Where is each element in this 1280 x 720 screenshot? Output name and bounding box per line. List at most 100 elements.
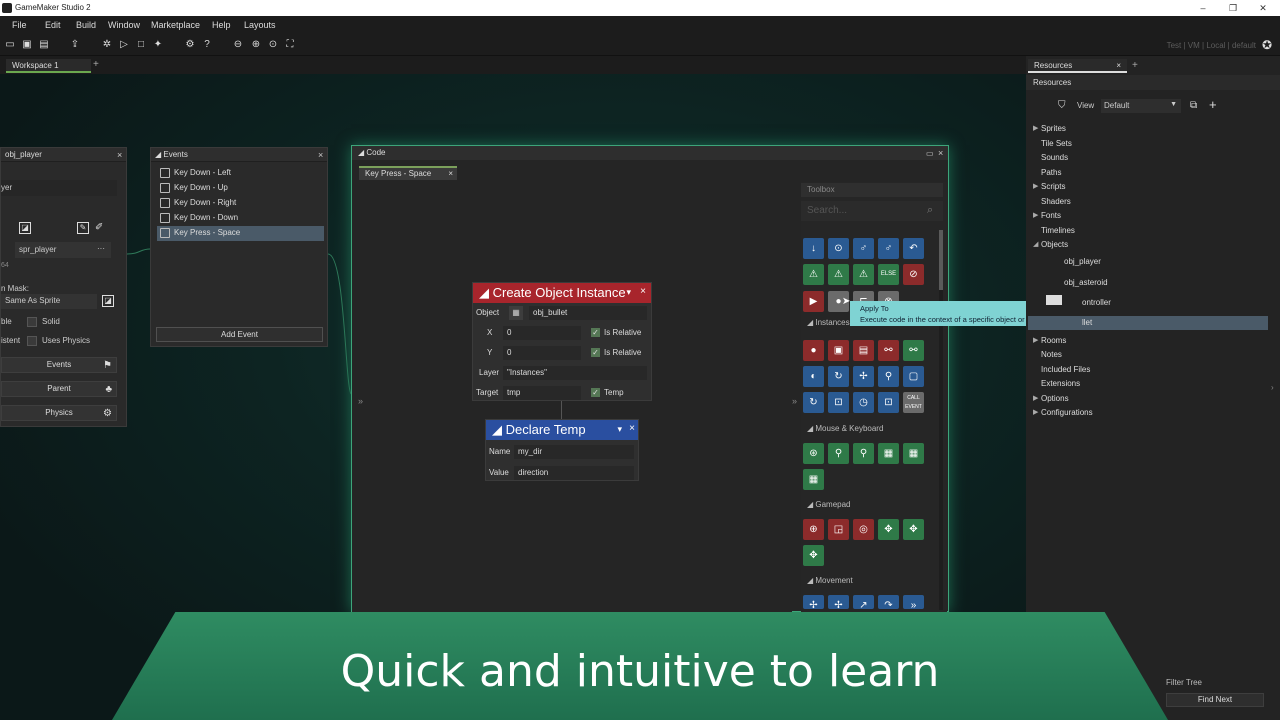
- toolbox-scrollbar[interactable]: [939, 230, 943, 610]
- switch-icon[interactable]: ⊘: [903, 264, 924, 285]
- tab-key-press-space[interactable]: Key Press - Space ×: [359, 166, 457, 180]
- debug-icon[interactable]: ✲: [101, 39, 113, 51]
- close-icon[interactable]: ✕: [1252, 1, 1274, 15]
- value-field[interactable]: direction: [514, 466, 634, 480]
- tree-item-obj-bullet[interactable]: llet: [1028, 316, 1268, 330]
- instance-count-icon[interactable]: ◐: [803, 366, 824, 387]
- else-icon[interactable]: ELSE: [878, 264, 899, 285]
- dnd-canvas[interactable]: » » ◢ Create Object Instance ▾ × Object ▦ …: [352, 182, 797, 612]
- block-close-icon[interactable]: ×: [629, 423, 635, 434]
- instance-position-icon[interactable]: ↻: [828, 366, 849, 387]
- expand-icon[interactable]: ▶: [1033, 408, 1038, 416]
- dock-collapse-icon[interactable]: ›: [1271, 383, 1274, 392]
- mouse-pressed-icon[interactable]: ⊛: [803, 443, 824, 464]
- move-icon[interactable]: ✢: [803, 595, 824, 611]
- maximize-icon[interactable]: ▭: [926, 149, 934, 158]
- fit-icon[interactable]: ⛶: [284, 39, 296, 51]
- save-icon[interactable]: ▤: [38, 39, 50, 51]
- object-panel-close-icon[interactable]: ×: [117, 150, 122, 160]
- tab-resources[interactable]: Resources ×: [1028, 59, 1127, 73]
- menu-window[interactable]: Window: [108, 20, 140, 30]
- sprite-select[interactable]: spr_player ···: [15, 242, 111, 258]
- menu-file[interactable]: File: [12, 20, 27, 30]
- instance-variables-icon[interactable]: ▢: [903, 366, 924, 387]
- filter-tree-label[interactable]: Filter Tree: [1166, 678, 1202, 687]
- block-close-icon[interactable]: ×: [640, 286, 646, 297]
- target-field[interactable]: tmp: [503, 386, 581, 400]
- target-info[interactable]: Test | VM | Local | default: [1167, 41, 1256, 50]
- expand-icon[interactable]: ▶: [1033, 394, 1038, 402]
- gamepad-connected-icon[interactable]: ⊕: [803, 519, 824, 540]
- minimize-icon[interactable]: –: [1192, 1, 1214, 15]
- stop-icon[interactable]: □: [135, 39, 147, 51]
- settings-icon[interactable]: ⚙: [184, 39, 196, 51]
- more-icon[interactable]: ···: [97, 244, 105, 253]
- block-menu-icon[interactable]: ▾: [626, 287, 631, 298]
- parent-button[interactable]: Parent ♣: [1, 381, 117, 397]
- x-relative-checkbox[interactable]: ✓: [591, 328, 600, 337]
- menu-edit[interactable]: Edit: [45, 20, 61, 30]
- solid-checkbox[interactable]: [27, 317, 37, 327]
- events-button[interactable]: Events ⚑: [1, 357, 117, 373]
- mouse-down-icon[interactable]: ⚲: [828, 443, 849, 464]
- declare-var-icon[interactable]: ↓: [803, 238, 824, 259]
- temp-checkbox[interactable]: ✓: [591, 388, 600, 397]
- gamepad-button-icon[interactable]: ✥: [878, 519, 899, 540]
- expand-icon[interactable]: ▶: [1033, 124, 1038, 132]
- alarm-icon[interactable]: ◷: [853, 392, 874, 413]
- event-item-selected[interactable]: Key Press - Space: [157, 226, 324, 241]
- expand-icon[interactable]: ▶: [1033, 211, 1038, 219]
- section-instances[interactable]: ◢ Instances: [807, 318, 850, 327]
- gamepad-settings-icon[interactable]: ◲: [828, 519, 849, 540]
- key-released-icon[interactable]: ▦: [803, 469, 824, 490]
- move-towards-icon[interactable]: ✢: [828, 595, 849, 611]
- events-panel-close-icon[interactable]: ×: [318, 150, 323, 160]
- destroy-instance-icon[interactable]: ▣: [828, 340, 849, 361]
- help-icon[interactable]: ?: [201, 39, 213, 51]
- search-icon[interactable]: ⌕: [927, 204, 933, 217]
- wrap-icon[interactable]: ↻: [803, 392, 824, 413]
- y-field[interactable]: 0: [503, 346, 581, 360]
- function-call-icon[interactable]: ♂: [878, 238, 899, 259]
- add-dock-tab-icon[interactable]: +: [1132, 60, 1138, 71]
- block-menu-icon[interactable]: ▾: [617, 424, 622, 435]
- assign-var-icon[interactable]: ⊙: [828, 238, 849, 259]
- section-mouse-keyboard[interactable]: ◢ Mouse & Keyboard: [807, 424, 883, 433]
- menu-marketplace[interactable]: Marketplace: [151, 20, 200, 30]
- gamepad-axis-icon[interactable]: ◎: [853, 519, 874, 540]
- zoom-reset-icon[interactable]: ⊙: [267, 39, 279, 51]
- create-block-header[interactable]: ◢ Create Object Instance ▾ ×: [473, 283, 651, 303]
- brush-icon[interactable]: ✐: [95, 222, 103, 233]
- mouse-released-icon[interactable]: ⚲: [853, 443, 874, 464]
- collapse-right-icon[interactable]: »: [792, 396, 797, 406]
- menu-help[interactable]: Help: [212, 20, 231, 30]
- new-project-icon[interactable]: ▭: [4, 39, 16, 51]
- event-item[interactable]: Key Down - Left: [157, 166, 324, 181]
- object-field[interactable]: obj_bullet: [529, 306, 647, 320]
- toolbox-search[interactable]: Search...: [801, 201, 943, 221]
- tab-close-icon[interactable]: ×: [448, 169, 453, 178]
- expand-icon[interactable]: ▶: [1033, 336, 1038, 344]
- physics-button[interactable]: Physics ⚙: [1, 405, 117, 421]
- gamepad-pressed-icon[interactable]: ✥: [903, 519, 924, 540]
- zoom-out-icon[interactable]: ⊖: [232, 39, 244, 51]
- filter-icon[interactable]: ⛉: [1058, 100, 1066, 111]
- clean-icon[interactable]: ✦: [152, 39, 164, 51]
- collapse-left-icon[interactable]: »: [358, 396, 363, 406]
- set-var-icon[interactable]: ♂: [853, 238, 874, 259]
- x-field[interactable]: 0: [503, 326, 581, 340]
- collapse-icon[interactable]: ◢: [1033, 240, 1038, 248]
- add-workspace-icon[interactable]: +: [93, 59, 99, 70]
- resources-tab-close-icon[interactable]: ×: [1116, 61, 1121, 70]
- if-variable-icon[interactable]: ⚠: [828, 264, 849, 285]
- section-movement[interactable]: ◢ Movement: [807, 576, 853, 585]
- jump-to-point-icon[interactable]: ✢: [853, 366, 874, 387]
- open-project-icon[interactable]: ▣: [21, 39, 33, 51]
- restore-icon[interactable]: ❐: [1222, 1, 1244, 15]
- declare-block-header[interactable]: ◢ Declare Temp ▾ ×: [486, 420, 638, 440]
- if-expression-icon[interactable]: ⚠: [853, 264, 874, 285]
- object-name-field[interactable]: yer: [1, 180, 117, 196]
- set-speed-icon[interactable]: ↗: [853, 595, 874, 611]
- if-icon[interactable]: ⚠: [803, 264, 824, 285]
- destroy-at-position-icon[interactable]: ▤: [853, 340, 874, 361]
